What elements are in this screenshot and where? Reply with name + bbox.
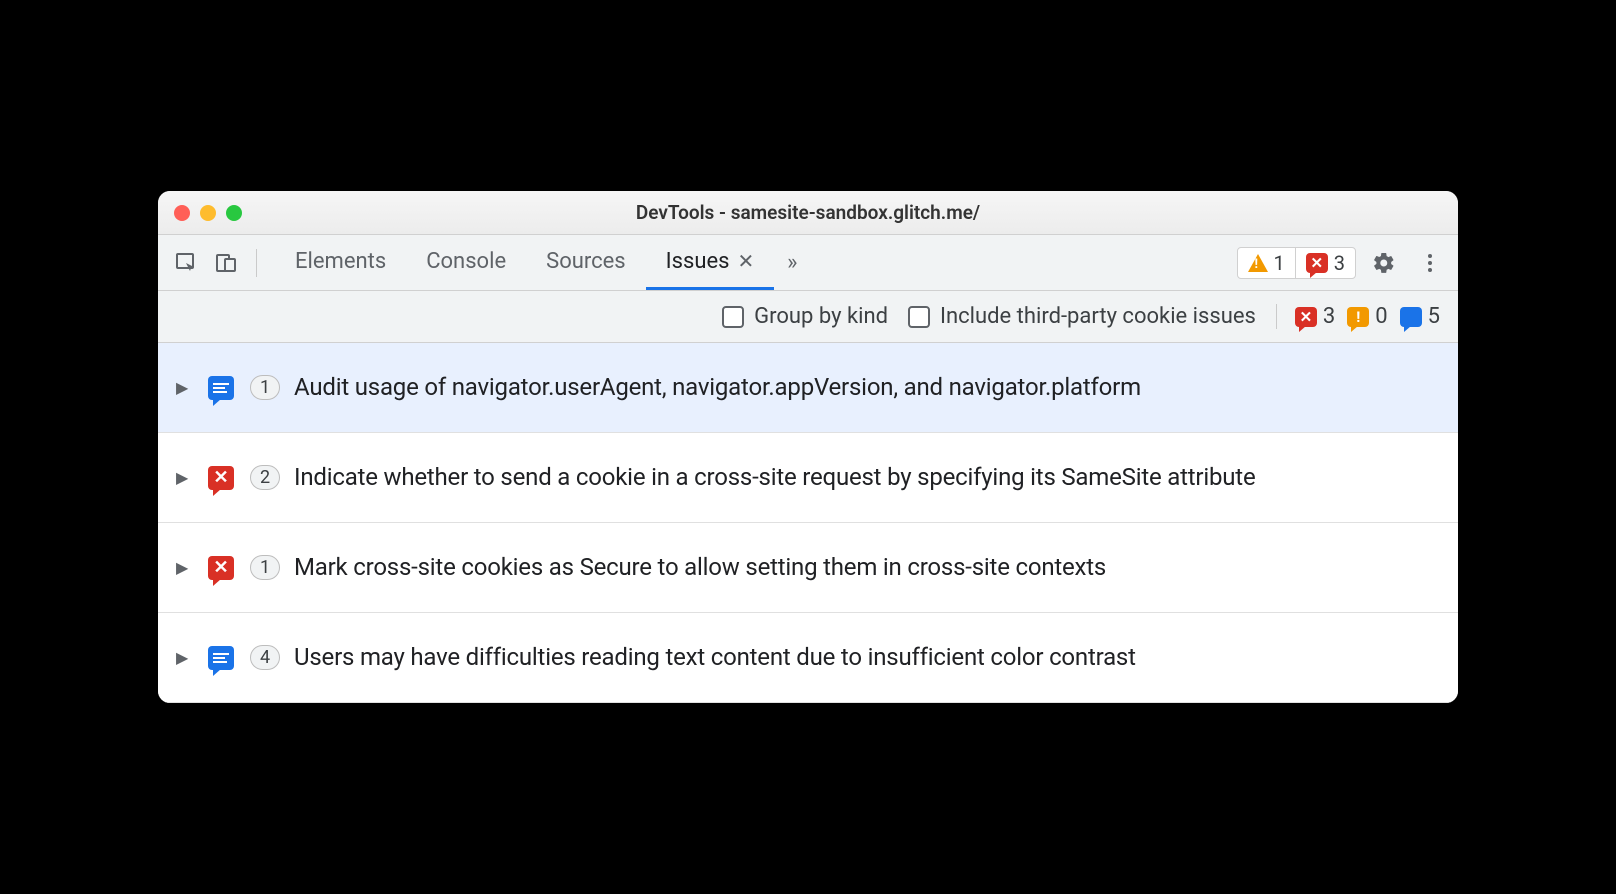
console-counters[interactable]: 1 ✕ 3	[1237, 247, 1357, 279]
panel-tabs: Elements Console Sources Issues ✕ »	[275, 235, 810, 290]
count-value: 0	[1375, 304, 1387, 329]
tab-label: Elements	[295, 249, 386, 274]
info-icon	[208, 646, 234, 670]
issue-kind-icon	[206, 646, 236, 670]
traffic-lights	[174, 205, 242, 221]
window-title: DevTools - samesite-sandbox.glitch.me/	[158, 201, 1458, 224]
close-tab-icon[interactable]: ✕	[738, 249, 755, 273]
warning-icon	[1248, 254, 1268, 272]
issues-filterbar: Group by kind Include third-party cookie…	[158, 291, 1458, 343]
close-window-button[interactable]	[174, 205, 190, 221]
tab-elements[interactable]: Elements	[275, 235, 406, 290]
warning-count[interactable]: ! 0	[1347, 304, 1387, 329]
error-icon: ✕	[208, 466, 234, 490]
issue-kind-counts: ✕ 3 ! 0 5	[1276, 304, 1440, 329]
issue-count-badge: 1	[250, 555, 280, 580]
error-icon: ✕	[1306, 253, 1328, 273]
info-count[interactable]: 5	[1400, 304, 1440, 329]
errors-count: 3	[1334, 251, 1345, 275]
tab-issues[interactable]: Issues ✕	[646, 235, 775, 290]
info-icon	[1400, 307, 1422, 327]
checkbox-icon	[722, 306, 744, 328]
checkbox-icon	[908, 306, 930, 328]
expand-arrow-icon[interactable]: ▶	[176, 378, 192, 397]
error-icon: ✕	[1295, 307, 1317, 327]
tab-label: Sources	[546, 249, 626, 274]
error-count[interactable]: ✕ 3	[1295, 304, 1335, 329]
titlebar: DevTools - samesite-sandbox.glitch.me/	[158, 191, 1458, 235]
divider	[256, 249, 257, 277]
issue-kind-icon	[206, 376, 236, 400]
toolbar-right: 1 ✕ 3	[1237, 245, 1449, 281]
minimize-window-button[interactable]	[200, 205, 216, 221]
warnings-counter[interactable]: 1	[1238, 248, 1295, 278]
issue-kind-icon: ✕	[206, 466, 236, 490]
tab-label: Issues	[666, 249, 730, 274]
tab-console[interactable]: Console	[406, 235, 526, 290]
include-third-party-checkbox[interactable]: Include third-party cookie issues	[908, 304, 1256, 329]
more-tabs-icon[interactable]: »	[774, 235, 810, 290]
expand-arrow-icon[interactable]: ▶	[176, 468, 192, 487]
warnings-count: 1	[1274, 251, 1285, 275]
device-toolbar-icon[interactable]	[208, 245, 244, 281]
issue-title: Mark cross-site cookies as Secure to all…	[294, 551, 1106, 583]
checkbox-label: Include third-party cookie issues	[940, 304, 1256, 329]
issue-title: Users may have difficulties reading text…	[294, 641, 1136, 673]
issue-title: Audit usage of navigator.userAgent, navi…	[294, 371, 1141, 403]
settings-icon[interactable]	[1366, 245, 1402, 281]
issue-count-badge: 1	[250, 375, 280, 400]
errors-counter[interactable]: ✕ 3	[1295, 248, 1355, 278]
info-icon	[208, 376, 234, 400]
count-value: 5	[1428, 304, 1440, 329]
issue-row[interactable]: ▶ ✕ 2 Indicate whether to send a cookie …	[158, 433, 1458, 523]
zoom-window-button[interactable]	[226, 205, 242, 221]
issue-row[interactable]: ▶ ✕ 1 Mark cross-site cookies as Secure …	[158, 523, 1458, 613]
expand-arrow-icon[interactable]: ▶	[176, 558, 192, 577]
tab-sources[interactable]: Sources	[526, 235, 646, 290]
count-value: 3	[1323, 304, 1335, 329]
error-icon: ✕	[208, 556, 234, 580]
issue-kind-icon: ✕	[206, 556, 236, 580]
issue-row[interactable]: ▶ 4 Users may have difficulties reading …	[158, 613, 1458, 703]
tab-label: Console	[426, 249, 506, 274]
group-by-kind-checkbox[interactable]: Group by kind	[722, 304, 888, 329]
kebab-menu-icon[interactable]	[1412, 245, 1448, 281]
devtools-window: DevTools - samesite-sandbox.glitch.me/ E…	[158, 191, 1458, 703]
issue-row[interactable]: ▶ 1 Audit usage of navigator.userAgent, …	[158, 343, 1458, 433]
warning-icon: !	[1347, 307, 1369, 327]
issue-count-badge: 2	[250, 465, 280, 490]
expand-arrow-icon[interactable]: ▶	[176, 648, 192, 667]
inspect-element-icon[interactable]	[168, 245, 204, 281]
main-toolbar: Elements Console Sources Issues ✕ » 1 ✕ …	[158, 235, 1458, 291]
checkbox-label: Group by kind	[754, 304, 888, 329]
issue-count-badge: 4	[250, 645, 280, 670]
issue-title: Indicate whether to send a cookie in a c…	[294, 461, 1256, 493]
issues-list: ▶ 1 Audit usage of navigator.userAgent, …	[158, 343, 1458, 703]
